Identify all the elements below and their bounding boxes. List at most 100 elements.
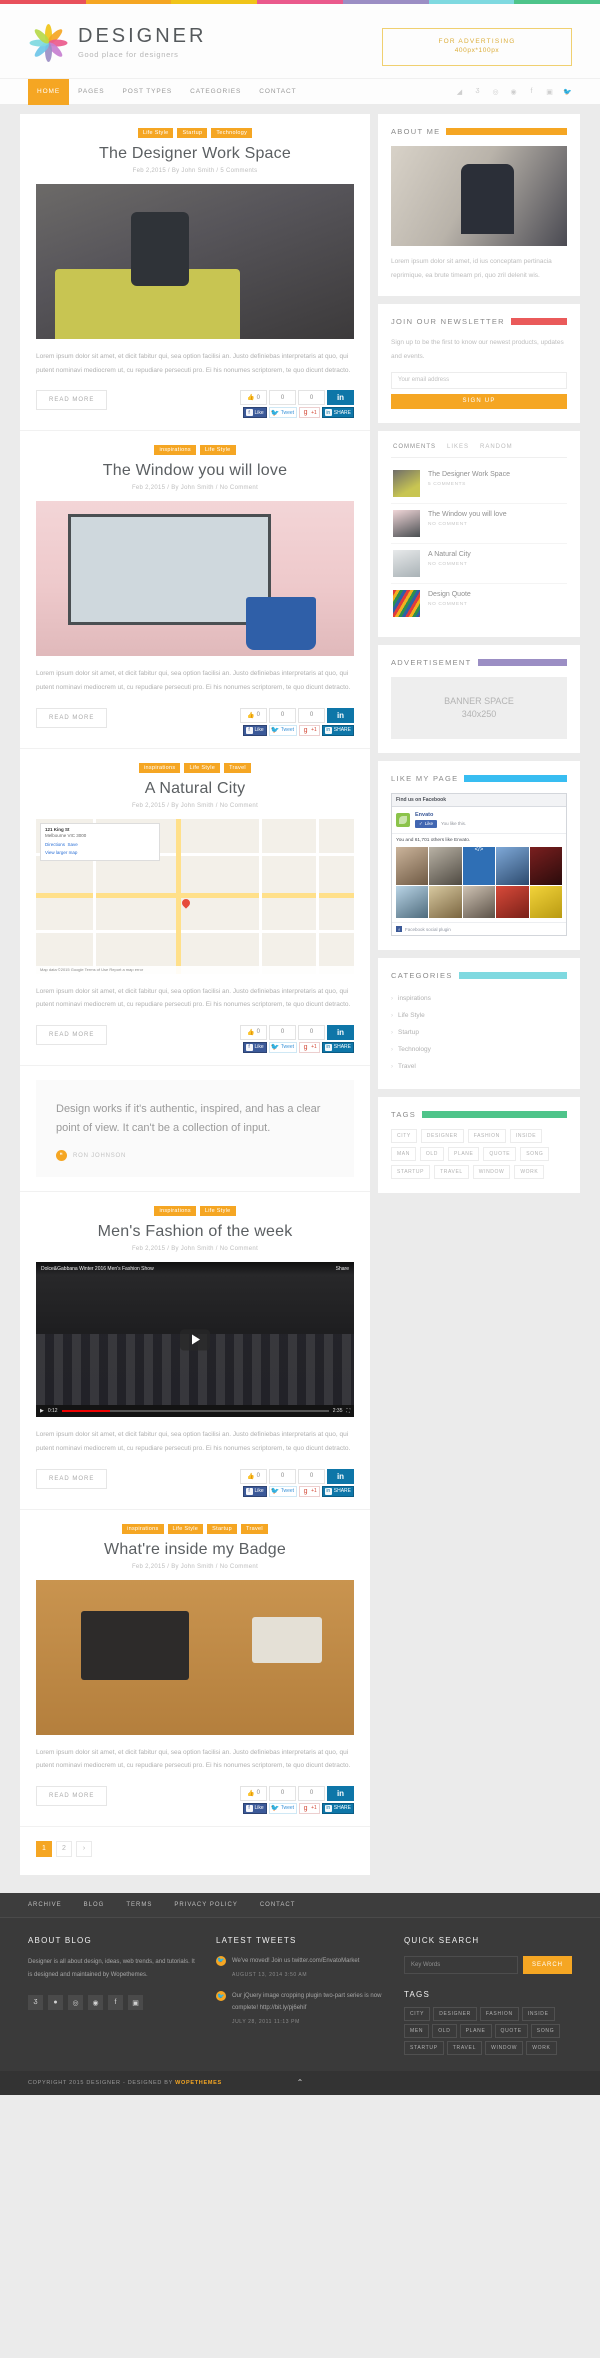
tag-chip[interactable]: OLD [419, 1147, 445, 1162]
google-plus-button[interactable]: g +1 [299, 1485, 320, 1497]
nav-item-pages[interactable]: PAGES [69, 79, 113, 105]
category-item-inspirations[interactable]: › inspirations [391, 990, 567, 1007]
post-featured-image[interactable] [36, 501, 354, 657]
facebook-like-button[interactable]: f Like [242, 724, 267, 736]
footer-link-privacy-policy[interactable]: PRIVACY POLICY [174, 1902, 237, 1908]
tag-chip[interactable]: DESIGNER [420, 1129, 464, 1144]
google-plus-button[interactable]: g +1 [299, 1802, 320, 1814]
tag-chip[interactable]: WINDOW [485, 2040, 524, 2055]
twitter-tweet-button[interactable]: 🐦 Tweet [268, 1802, 298, 1814]
tag-chip[interactable]: INSIDE [521, 2006, 555, 2021]
post-video-embed[interactable]: Dolce&Gabbana Winter 2016 Men's Fashion … [36, 1262, 354, 1418]
linkedin-share-button[interactable]: in SHARE [321, 1485, 354, 1497]
nav-item-home[interactable]: HOME [28, 78, 70, 105]
instagram-icon[interactable]: ▣ [128, 1995, 143, 2011]
tag-chip[interactable]: DESIGNER [433, 2006, 477, 2021]
post-map-embed[interactable]: 121 King St Melbourne VIC 3000 Direction… [36, 818, 354, 974]
video-play-icon[interactable]: ▶ [40, 1408, 44, 1414]
header-advertising-slot[interactable]: FOR ADVERTISING 400px*100px [382, 28, 572, 66]
linkedin-icon[interactable]: in [327, 1024, 354, 1040]
rss-icon[interactable]: ◢ [455, 87, 464, 96]
category-badge[interactable]: Life Style [137, 128, 174, 138]
footer-link-terms[interactable]: TERMS [126, 1902, 152, 1908]
video-fullscreen-icon[interactable]: ⛶ [346, 1408, 350, 1414]
search-input[interactable]: Key Words [404, 1955, 518, 1974]
post-title[interactable]: What're inside my Badge [36, 1541, 354, 1559]
tag-chip[interactable]: FASHION [467, 1129, 506, 1144]
category-item-startup[interactable]: › Startup [391, 1024, 567, 1041]
category-badge[interactable]: Life Style [199, 445, 236, 456]
brand-logo[interactable]: DESIGNER Good place for designers [28, 22, 206, 62]
facebook-like-button[interactable]: ✓ Like [415, 819, 438, 828]
category-badge[interactable]: Travel [241, 1523, 268, 1534]
avatar[interactable] [462, 885, 496, 919]
newsletter-email-input[interactable]: Your email address [391, 371, 567, 389]
next-page-button[interactable]: › [76, 1840, 92, 1857]
read-more-button[interactable]: READ MORE [36, 390, 108, 411]
post-title[interactable]: Men's Fashion of the week [36, 1223, 354, 1241]
twitter-icon[interactable]: 🐦 [563, 87, 572, 96]
nav-item-contact[interactable]: CONTACT [250, 79, 305, 105]
behance-icon[interactable]: Ჳ [28, 1995, 43, 2011]
linkedin-share-button[interactable]: in SHARE [321, 1041, 354, 1053]
facebook-like-button[interactable]: f Like [242, 1041, 267, 1053]
tag-chip[interactable]: QUOTE [494, 2023, 528, 2038]
category-badge[interactable]: Life Style [167, 1523, 204, 1534]
post-title[interactable]: A Natural City [36, 780, 354, 798]
facebook-like-button[interactable]: f Like [242, 407, 267, 419]
tag-chip[interactable]: WORK [526, 2040, 557, 2055]
dribbble-icon[interactable]: ● [48, 1995, 63, 2011]
footer-link-contact[interactable]: CONTACT [260, 1902, 296, 1908]
tab-comments[interactable]: COMMENTS [393, 444, 436, 450]
category-item-life-style[interactable]: › Life Style [391, 1007, 567, 1024]
footer-link-archive[interactable]: ARCHIVE [28, 1902, 62, 1908]
nav-item-post-types[interactable]: POST TYPES [114, 79, 182, 105]
facebook-page-name[interactable]: Envato [415, 812, 466, 818]
avatar[interactable] [496, 885, 529, 919]
linkedin-icon[interactable]: in [327, 390, 354, 406]
pinterest-icon[interactable]: ◉ [509, 87, 518, 96]
tag-chip[interactable]: STARTUP [404, 2040, 444, 2055]
category-badge[interactable]: inspirations [154, 445, 196, 456]
read-more-button[interactable]: READ MORE [36, 1468, 108, 1489]
map-directions-link[interactable]: Directions [45, 842, 65, 847]
linkedin-share-button[interactable]: in SHARE [321, 1802, 354, 1814]
page-2-button[interactable]: 2 [56, 1840, 72, 1857]
flickr-icon[interactable]: ◉ [88, 1995, 103, 2011]
linkedin-icon[interactable]: in [327, 1468, 354, 1484]
category-badge[interactable]: Life Style [199, 1206, 236, 1217]
category-badge[interactable]: Startup [207, 1523, 237, 1534]
play-button-icon[interactable] [180, 1329, 210, 1351]
tag-chip[interactable]: CITY [404, 2006, 431, 2021]
avatar[interactable] [429, 846, 462, 885]
google-plus-button[interactable]: g +1 [299, 724, 320, 736]
video-progress-bar[interactable] [61, 1410, 329, 1413]
avatar[interactable] [396, 846, 429, 885]
google-plus-button[interactable]: g +1 [299, 1041, 320, 1053]
post-title[interactable]: The Window you will love [36, 462, 354, 480]
avatar[interactable] [529, 885, 562, 919]
google-plus-button[interactable]: g +1 [299, 407, 320, 419]
tag-chip[interactable]: FASHION [479, 2006, 519, 2021]
read-more-button[interactable]: READ MORE [36, 707, 108, 728]
twitter-tweet-button[interactable]: 🐦 Tweet [268, 1041, 298, 1053]
category-badge[interactable]: inspirations [139, 762, 181, 773]
pinterest-icon[interactable]: ◎ [68, 1995, 83, 2011]
list-item[interactable]: The Window you will love NO COMMENT [391, 504, 567, 544]
nav-item-categories[interactable]: CATEGORIES [181, 79, 250, 105]
tag-chip[interactable]: TRAVEL [446, 2040, 483, 2055]
tweet-text[interactable]: We've moved! Join us twitter.com/EnvatoM… [232, 1956, 359, 1968]
tag-chip[interactable]: PLANE [459, 2023, 492, 2038]
map-view-larger-link[interactable]: View larger map [45, 850, 155, 857]
tag-chip[interactable]: MEN [404, 2023, 430, 2038]
linkedin-share-button[interactable]: in SHARE [321, 724, 354, 736]
twitter-tweet-button[interactable]: 🐦 Tweet [268, 724, 298, 736]
tag-chip[interactable]: TRAVEL [434, 1165, 469, 1180]
avatar[interactable] [529, 846, 562, 885]
tab-likes[interactable]: LIKES [447, 444, 469, 450]
tag-chip[interactable]: INSIDE [509, 1129, 543, 1144]
avatar[interactable] [429, 885, 462, 919]
dribbble-icon[interactable]: ◎ [491, 87, 500, 96]
flickr-icon[interactable]: ▣ [545, 87, 554, 96]
tag-chip[interactable]: WORK [514, 1165, 545, 1180]
